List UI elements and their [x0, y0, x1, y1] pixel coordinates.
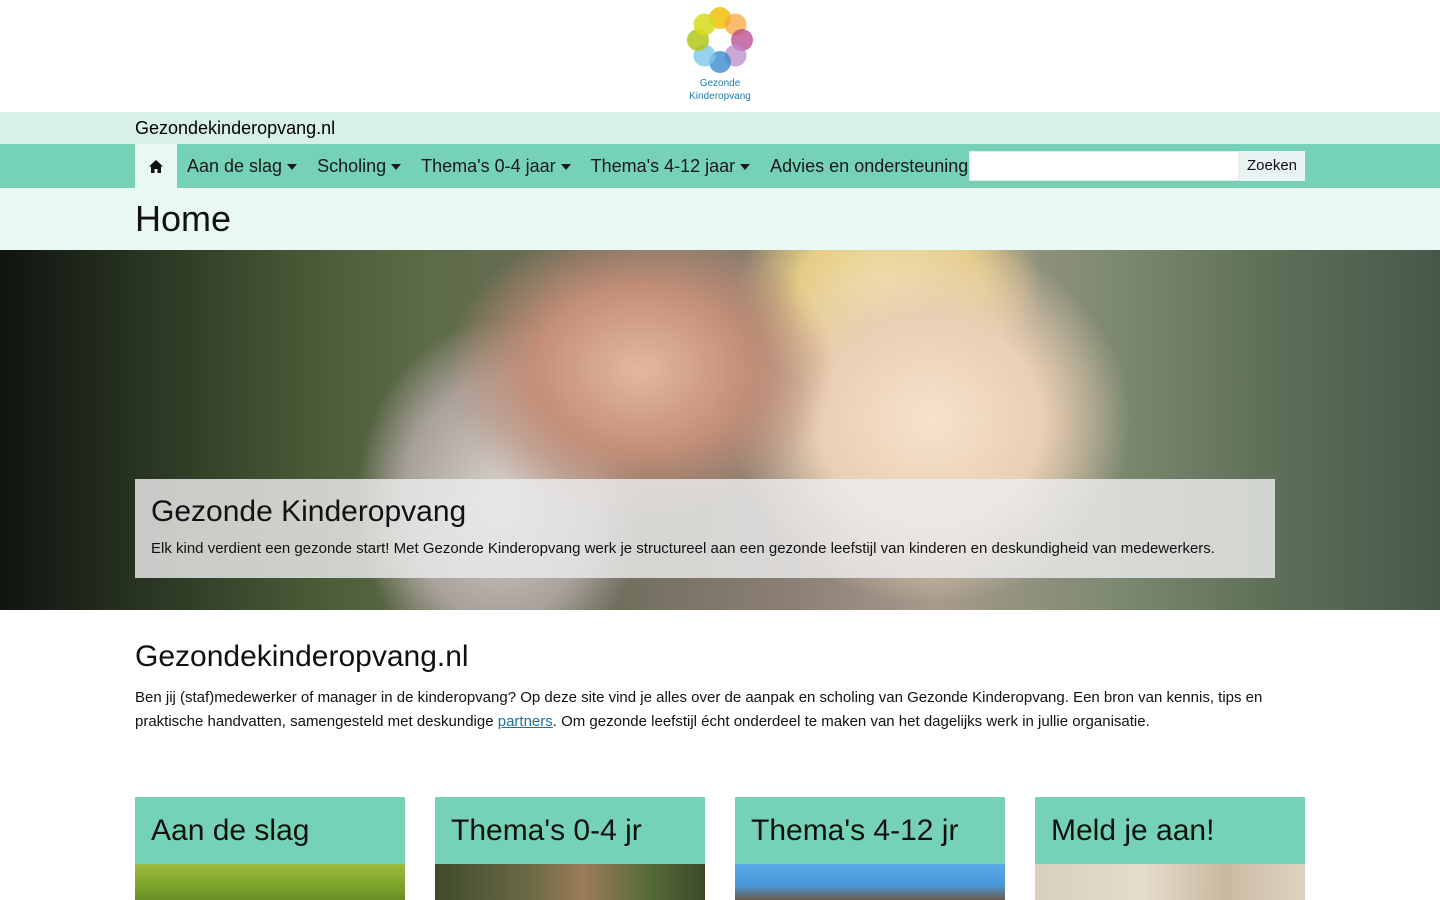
caret-down-icon	[391, 164, 402, 170]
caret-down-icon	[560, 164, 571, 170]
card-image	[1035, 864, 1305, 900]
card-image	[135, 864, 405, 900]
home-icon	[149, 159, 163, 173]
flower-logo-icon	[687, 7, 753, 73]
site-logo[interactable]: Gezonde Kinderopvang	[683, 3, 757, 107]
search-button[interactable]: Zoeken	[1239, 151, 1305, 181]
intro-section: Gezondekinderopvang.nl Ben jij (staf)med…	[135, 640, 1305, 734]
hero-caption-box: Gezonde Kinderopvang Elk kind verdient e…	[135, 479, 1275, 578]
nav-item-aan-de-slag[interactable]: Aan de slag	[187, 155, 298, 177]
nav-home-button[interactable]	[135, 144, 177, 188]
card-header: Meld je aan!	[1035, 797, 1305, 864]
caret-down-icon	[287, 164, 298, 170]
nav-item-advies[interactable]: Advies en ondersteuning	[770, 155, 984, 177]
hero-text: Elk kind verdient een gezonde start! Met…	[151, 540, 1215, 557]
card-header: Aan de slag	[135, 797, 405, 864]
intro-text-after: . Om gezonde leefstijl écht onderdeel te…	[552, 713, 1150, 730]
search-input[interactable]	[969, 151, 1239, 181]
site-name-link[interactable]: Gezondekinderopvang.nl	[135, 118, 335, 139]
logo-text-line1: Gezonde	[699, 78, 741, 89]
card-header: Thema's 4-12 jr	[735, 797, 1005, 864]
nav-item-label: Advies en ondersteuning	[770, 155, 969, 176]
logo-text-line2: Kinderopvang	[689, 91, 751, 102]
intro-title: Gezondekinderopvang.nl	[135, 640, 469, 673]
card-title: Meld je aan!	[1051, 813, 1215, 847]
page-title: Home	[135, 198, 232, 239]
nav-item-label: Scholing	[317, 155, 387, 176]
header-logo-area: Gezonde Kinderopvang	[0, 0, 1440, 112]
main-navigation: Aan de slag Scholing Thema's 0-4 jaar Th…	[0, 144, 1440, 188]
card-title: Aan de slag	[151, 813, 310, 847]
site-name-bar: Gezondekinderopvang.nl	[0, 112, 1440, 144]
card-aan-de-slag[interactable]: Aan de slag	[135, 797, 405, 900]
card-header: Thema's 0-4 jr	[435, 797, 705, 864]
nav-item-scholing[interactable]: Scholing	[317, 155, 402, 177]
nav-item-themas-0-4[interactable]: Thema's 0-4 jaar	[421, 156, 571, 177]
nav-item-label: Thema's 4-12 jaar	[590, 155, 736, 176]
card-themas-4-12[interactable]: Thema's 4-12 jr	[735, 797, 1005, 900]
card-title: Thema's 0-4 jr	[451, 813, 642, 847]
partners-link[interactable]: partners	[498, 713, 553, 730]
card-themas-0-4[interactable]: Thema's 0-4 jr	[435, 797, 705, 900]
intro-text: Ben jij (staf)medewerker of manager in d…	[135, 686, 1305, 734]
card-grid: Aan de slag Thema's 0-4 jr Thema's 4-12 …	[135, 797, 1305, 900]
card-title: Thema's 4-12 jr	[751, 813, 959, 847]
nav-item-label: Thema's 0-4 jaar	[421, 155, 556, 176]
caret-down-icon	[740, 164, 751, 170]
hero-image: Gezonde Kinderopvang Elk kind verdient e…	[0, 250, 1440, 610]
page-title-band: Home	[0, 188, 1440, 250]
card-image	[435, 864, 705, 900]
nav-item-label: Aan de slag	[187, 155, 283, 176]
hero-title: Gezonde Kinderopvang	[151, 495, 467, 528]
nav-item-themas-4-12[interactable]: Thema's 4-12 jaar	[591, 156, 751, 177]
card-meld-je-aan[interactable]: Meld je aan!	[1035, 797, 1305, 900]
card-image	[735, 864, 1005, 900]
